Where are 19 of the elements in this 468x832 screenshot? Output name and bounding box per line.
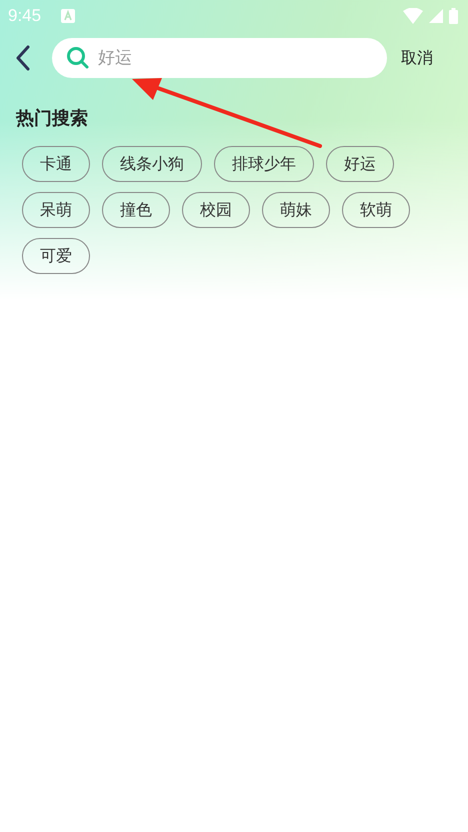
search-tag[interactable]: 好运 (326, 146, 394, 182)
search-tag[interactable]: 卡通 (22, 146, 90, 182)
search-tag[interactable]: 校园 (182, 192, 250, 228)
notification-icon (61, 9, 76, 23)
status-time: 9:45 (8, 6, 42, 26)
search-field[interactable]: 好运 (52, 38, 387, 78)
section-title: 热门搜索 (16, 107, 89, 130)
signal-icon (429, 9, 443, 23)
search-tag[interactable]: 撞色 (102, 192, 170, 228)
search-tag[interactable]: 线条小狗 (102, 146, 202, 182)
battery-icon (449, 8, 458, 24)
wifi-icon (403, 8, 423, 24)
back-icon[interactable] (15, 45, 31, 71)
search-tag[interactable]: 萌妹 (262, 192, 330, 228)
search-tag[interactable]: 呆萌 (22, 192, 90, 228)
search-tag[interactable]: 排球少年 (214, 146, 314, 182)
search-tag[interactable]: 软萌 (342, 192, 410, 228)
cancel-button[interactable]: 取消 (401, 48, 433, 68)
search-tag[interactable]: 可爱 (22, 238, 90, 274)
